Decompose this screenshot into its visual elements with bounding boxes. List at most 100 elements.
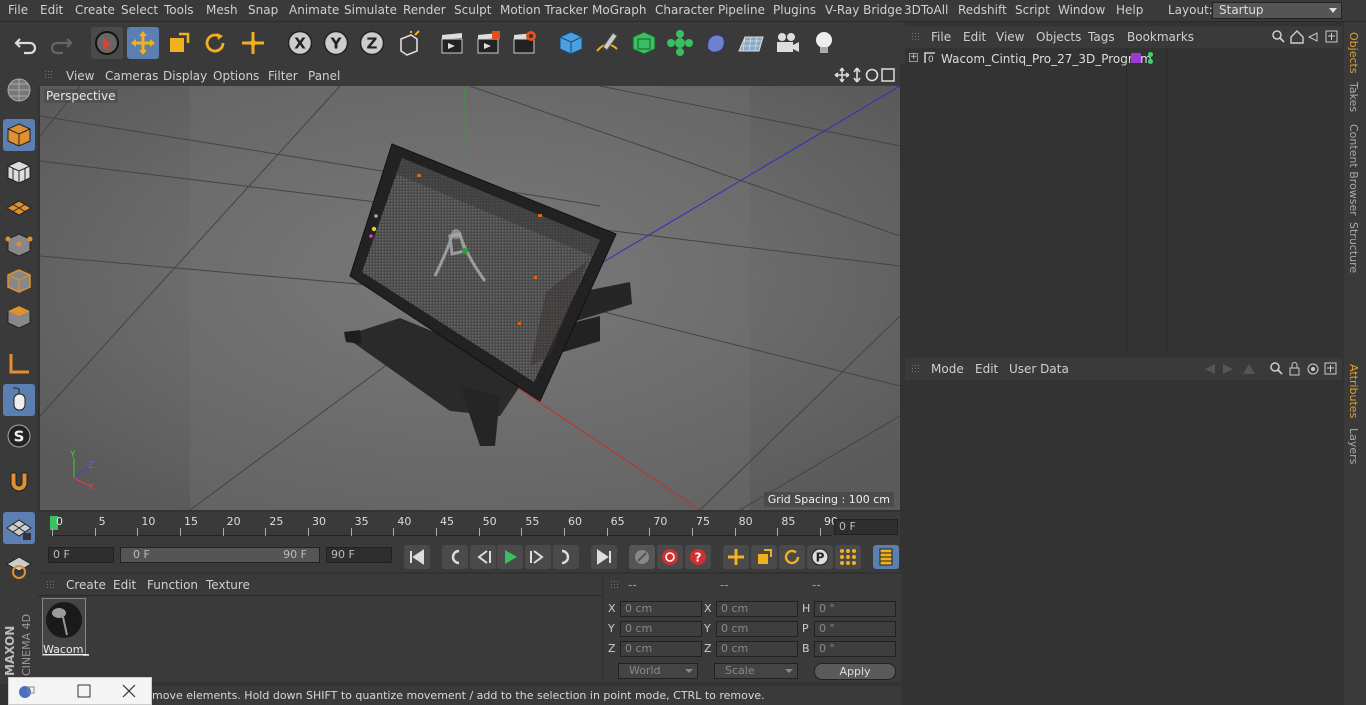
object-menu-view[interactable]: View <box>996 30 1024 44</box>
object-menu-tags[interactable]: Tags <box>1088 30 1115 44</box>
edges-mode-button[interactable] <box>3 265 35 297</box>
render-view-button[interactable] <box>436 27 468 59</box>
attr-menu-edit[interactable]: Edit <box>975 362 998 376</box>
next-key-button[interactable] <box>553 545 579 569</box>
subdivision-surface-button[interactable] <box>628 27 660 59</box>
close-icon[interactable] <box>122 684 136 698</box>
menu-help[interactable]: Help <box>1116 3 1143 17</box>
menu-create[interactable]: Create <box>75 3 115 17</box>
tab-layers[interactable]: Layers <box>1347 428 1360 464</box>
current-frame-field[interactable]: 0 F <box>834 519 898 535</box>
tweak-mode-button[interactable] <box>3 384 35 416</box>
coord-value-field[interactable]: 0 cm <box>620 621 702 637</box>
move-tool-button[interactable] <box>127 27 159 59</box>
drag-handle[interactable] <box>44 70 54 80</box>
cube-object-button[interactable] <box>555 27 587 59</box>
expand-toggle-icon[interactable]: + <box>909 53 918 62</box>
coord-value-field[interactable]: 0 cm <box>620 601 702 617</box>
drag-handle[interactable] <box>610 580 620 590</box>
material-tag-icon[interactable] <box>1131 53 1141 63</box>
key-position-button[interactable] <box>723 545 749 569</box>
tab-takes[interactable]: Takes <box>1347 82 1360 112</box>
solo-button[interactable] <box>3 550 35 582</box>
live-selection-button[interactable] <box>91 27 123 59</box>
apply-button[interactable]: Apply <box>814 663 896 680</box>
maximize-icon[interactable] <box>77 684 91 698</box>
viewport-camera-label[interactable]: Perspective <box>44 89 118 103</box>
points-mode-button[interactable] <box>3 229 35 261</box>
object-menu-objects[interactable]: Objects <box>1036 30 1081 44</box>
play-button[interactable] <box>497 545 523 569</box>
viewport-perspective[interactable]: Y Z X Perspective Grid Spacing : 100 cm <box>40 86 900 510</box>
tab-content-browser[interactable]: Content Browser <box>1347 124 1360 216</box>
viewport-menu-view[interactable]: View <box>66 69 94 83</box>
menu-select[interactable]: Select <box>121 3 158 17</box>
polygons-mode-button[interactable] <box>3 301 35 333</box>
previous-key-button[interactable] <box>442 545 468 569</box>
magnet-button[interactable] <box>3 467 35 499</box>
start-frame-field[interactable]: 0 F <box>48 547 114 563</box>
object-name[interactable]: Wacom_Cintiq_Pro_27_3D_Program <box>941 52 1152 66</box>
x-axis-button[interactable]: X <box>284 27 316 59</box>
menu-animate[interactable]: Animate <box>289 3 339 17</box>
workplane-mode-button[interactable] <box>3 192 35 224</box>
menu-vray-bridge[interactable]: V-Ray Bridge <box>825 3 902 17</box>
go-to-start-button[interactable] <box>404 545 430 569</box>
attr-menu-mode[interactable]: Mode <box>931 362 964 376</box>
menu-3dtoall[interactable]: 3DToAll <box>904 3 948 17</box>
keyframe-selection-button[interactable]: ? <box>685 545 711 569</box>
coordinate-system-button[interactable] <box>393 27 425 59</box>
menu-snap[interactable]: Snap <box>248 3 278 17</box>
menu-pipeline[interactable]: Pipeline <box>718 3 765 17</box>
coord-value-field[interactable]: 0 ° <box>814 641 896 657</box>
model-mode-button[interactable] <box>3 119 35 151</box>
drag-handle[interactable] <box>911 364 921 374</box>
coord-space-select[interactable]: World <box>618 663 698 679</box>
go-to-end-button[interactable] <box>591 545 617 569</box>
transform-tool-button[interactable] <box>237 27 269 59</box>
render-to-picture-viewer-button[interactable] <box>472 27 504 59</box>
menu-character[interactable]: Character <box>655 3 714 17</box>
menu-mesh[interactable]: Mesh <box>206 3 238 17</box>
coord-value-field[interactable]: 0 ° <box>814 621 896 637</box>
layout-select[interactable]: Startup <box>1212 2 1342 19</box>
menu-window[interactable]: Window <box>1058 3 1105 17</box>
workplane-lock-button[interactable] <box>3 512 35 544</box>
menu-redshift[interactable]: Redshift <box>958 3 1007 17</box>
menu-edit[interactable]: Edit <box>40 3 63 17</box>
floor-button[interactable] <box>735 27 767 59</box>
timeline-ruler[interactable]: 0 5 10 15 20 25 30 35 40 45 50 55 60 65 70 75 80 85 90 0 F <box>38 512 900 542</box>
object-row[interactable]: + 0 Wacom_Cintiq_Pro_27_3D_Program <box>905 49 1342 69</box>
pen-spline-button[interactable] <box>591 27 623 59</box>
viewport-nav-icons[interactable] <box>834 67 898 83</box>
redo-button[interactable] <box>45 27 77 59</box>
timeline-window-button[interactable] <box>873 545 899 569</box>
menu-simulate[interactable]: Simulate <box>344 3 397 17</box>
viewport-menu-panel[interactable]: Panel <box>308 69 340 83</box>
attr-menu-user-data[interactable]: User Data <box>1009 362 1069 376</box>
camera-button[interactable] <box>771 27 803 59</box>
drag-handle[interactable] <box>911 32 921 42</box>
previous-frame-button[interactable] <box>470 545 496 569</box>
object-panel-tools[interactable] <box>1271 29 1341 45</box>
key-scale-button[interactable] <box>751 545 777 569</box>
visibility-render-dot[interactable] <box>1148 59 1153 64</box>
app-restore-icon[interactable] <box>17 684 35 700</box>
key-rotation-button[interactable] <box>779 545 805 569</box>
cloner-button[interactable] <box>664 27 696 59</box>
viewport-menu-cameras[interactable]: Cameras <box>105 69 158 83</box>
menu-script[interactable]: Script <box>1015 3 1050 17</box>
y-axis-button[interactable]: Y <box>320 27 352 59</box>
menu-tools[interactable]: Tools <box>164 3 194 17</box>
tab-structure[interactable]: Structure <box>1347 222 1360 273</box>
end-frame-field[interactable]: 90 F <box>326 547 392 563</box>
z-axis-button[interactable]: Z <box>356 27 388 59</box>
key-parameter-button[interactable]: P <box>807 545 833 569</box>
scale-tool-button[interactable] <box>163 27 195 59</box>
tab-objects[interactable]: Objects <box>1347 32 1360 74</box>
undo-button[interactable] <box>10 27 42 59</box>
material-menu-edit[interactable]: Edit <box>113 578 136 592</box>
deformer-button[interactable] <box>700 27 732 59</box>
viewport-menu-options[interactable]: Options <box>213 69 259 83</box>
key-pla-button[interactable] <box>835 545 861 569</box>
